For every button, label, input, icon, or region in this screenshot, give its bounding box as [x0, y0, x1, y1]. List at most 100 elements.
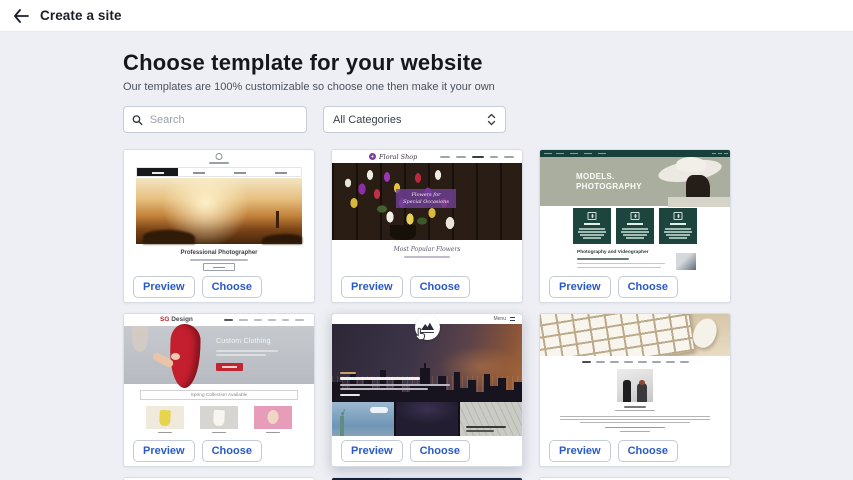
filter-controls: All Categories — [123, 106, 853, 133]
search-icon — [132, 114, 143, 126]
feature-card — [573, 208, 611, 244]
model-shoulders — [668, 197, 730, 207]
main-content: Choose template for your website Our tem… — [0, 32, 853, 480]
preview-button[interactable]: Preview — [341, 276, 403, 298]
skyline-silhouette — [332, 362, 522, 402]
template-thumbnail-models: MODELS. PHOTOGRAPHY — [540, 150, 730, 272]
thumb-logo: Floral Shop — [379, 153, 417, 161]
template-thumbnail-business — [540, 314, 730, 436]
video-icon — [674, 212, 683, 220]
search-box[interactable] — [123, 106, 307, 133]
card-actions: Preview Choose — [540, 436, 730, 466]
card-actions: Preview Choose — [332, 436, 522, 466]
thumb-menu-label: Menu — [493, 316, 506, 322]
thumb-logo: SG Design — [160, 316, 193, 323]
product-thumb — [254, 406, 292, 429]
section-subheading: Our templates are 100% customizable so c… — [123, 81, 853, 93]
choose-button[interactable]: Choose — [202, 276, 262, 298]
thumb-navbar — [136, 167, 302, 177]
gallery-thumb-night-sky — [396, 402, 458, 436]
thumb-header: SG Design — [124, 314, 314, 326]
gallery-thumb-sketch — [460, 402, 522, 436]
preview-button[interactable]: Preview — [133, 276, 195, 298]
thumb-banner-keyboard — [540, 314, 730, 356]
person-silhouette — [623, 380, 631, 402]
preview-button[interactable]: Preview — [549, 440, 611, 462]
category-dropdown[interactable]: All Categories — [323, 106, 506, 133]
gallery-row — [332, 402, 522, 436]
field-silhouette — [262, 234, 302, 244]
template-thumbnail-photographer: Professional Photographer — [124, 150, 314, 272]
person-silhouette — [637, 383, 647, 402]
section-heading: Choose template for your website — [123, 50, 853, 76]
hamburger-menu-icon — [510, 317, 515, 322]
template-thumbnail-floral: Flowers for Special Occasions Floral Sho… — [332, 150, 522, 272]
feature-cards — [540, 208, 730, 244]
field-silhouette — [143, 230, 195, 244]
thumb-hero: MODELS. PHOTOGRAPHY — [540, 157, 730, 206]
product-thumb — [200, 406, 238, 429]
thumb-navbar — [540, 150, 730, 157]
photo-icon — [631, 212, 640, 220]
choose-button[interactable]: Choose — [410, 440, 470, 462]
text-line — [404, 256, 450, 258]
thumb-navbar — [540, 361, 730, 363]
thumb-hero-banner: Flowers for Special Occasions — [396, 189, 456, 208]
model-arm — [132, 326, 148, 352]
template-card-city-travel[interactable]: Menu — [331, 313, 523, 467]
feature-card — [659, 208, 697, 244]
thumb-section-title: Photography and Videographer — [577, 250, 649, 255]
thumb-button — [203, 263, 235, 271]
thumb-hero-title: MODELS. PHOTOGRAPHY — [576, 172, 642, 192]
thumb-hero-image — [136, 178, 302, 244]
thumb-tagline: Most Popular Flowers — [332, 246, 522, 253]
template-grid: Professional Photographer Preview Choose… — [123, 149, 853, 480]
arrow-left-icon — [13, 9, 29, 23]
thumb-title: Professional Photographer — [124, 250, 314, 256]
template-card-business-minimal[interactable]: Preview Choose — [539, 313, 731, 467]
choose-button[interactable]: Choose — [202, 440, 262, 462]
text-line — [190, 259, 248, 261]
search-input[interactable] — [150, 114, 298, 126]
preview-button[interactable]: Preview — [133, 440, 195, 462]
template-card-photographer[interactable]: Professional Photographer Preview Choose — [123, 149, 315, 303]
choose-button[interactable]: Choose — [618, 276, 678, 298]
product-row — [124, 406, 314, 429]
fence-post — [276, 211, 279, 228]
page-title: Create a site — [40, 8, 122, 23]
preview-button[interactable]: Preview — [549, 276, 611, 298]
hat-dome — [676, 157, 706, 172]
card-actions: Preview Choose — [124, 436, 314, 466]
template-card-floral-shop[interactable]: Flowers for Special Occasions Floral Sho… — [331, 149, 523, 303]
cloud — [370, 407, 388, 413]
template-thumbnail-city: Menu — [332, 314, 522, 436]
thumb-header: Floral Shop — [332, 150, 522, 163]
choose-button[interactable]: Choose — [410, 276, 470, 298]
template-card-sg-design[interactable]: SG Design Custom Clothing — [123, 313, 315, 467]
model-hand — [171, 353, 180, 360]
thumb-section-image — [676, 253, 696, 270]
thumb-banner: Spring Collection Available — [140, 390, 298, 400]
thumb-cta-button — [216, 363, 243, 371]
card-actions: Preview Choose — [332, 272, 522, 302]
thumb-hero-title: Custom Clothing — [216, 338, 271, 345]
top-bar: Create a site — [0, 0, 853, 32]
camera-icon — [588, 212, 597, 220]
card-actions: Preview Choose — [540, 272, 730, 302]
template-thumbnail-sg-design: SG Design Custom Clothing — [124, 314, 314, 436]
office-photo — [617, 369, 653, 402]
card-actions: Preview Choose — [124, 272, 314, 302]
choose-button[interactable]: Choose — [618, 440, 678, 462]
statue-silhouette — [340, 416, 344, 436]
computer-mouse — [689, 315, 721, 351]
back-button[interactable] — [10, 5, 32, 27]
vase — [390, 225, 416, 240]
keyboard — [540, 314, 694, 356]
chevron-up-down-icon — [487, 113, 496, 126]
product-thumb — [146, 406, 184, 429]
text-line — [209, 162, 229, 164]
gallery-thumb-statue-of-liberty — [332, 402, 394, 436]
preview-button[interactable]: Preview — [341, 440, 403, 462]
feature-card — [616, 208, 654, 244]
template-card-models-photography[interactable]: MODELS. PHOTOGRAPHY — [539, 149, 731, 303]
